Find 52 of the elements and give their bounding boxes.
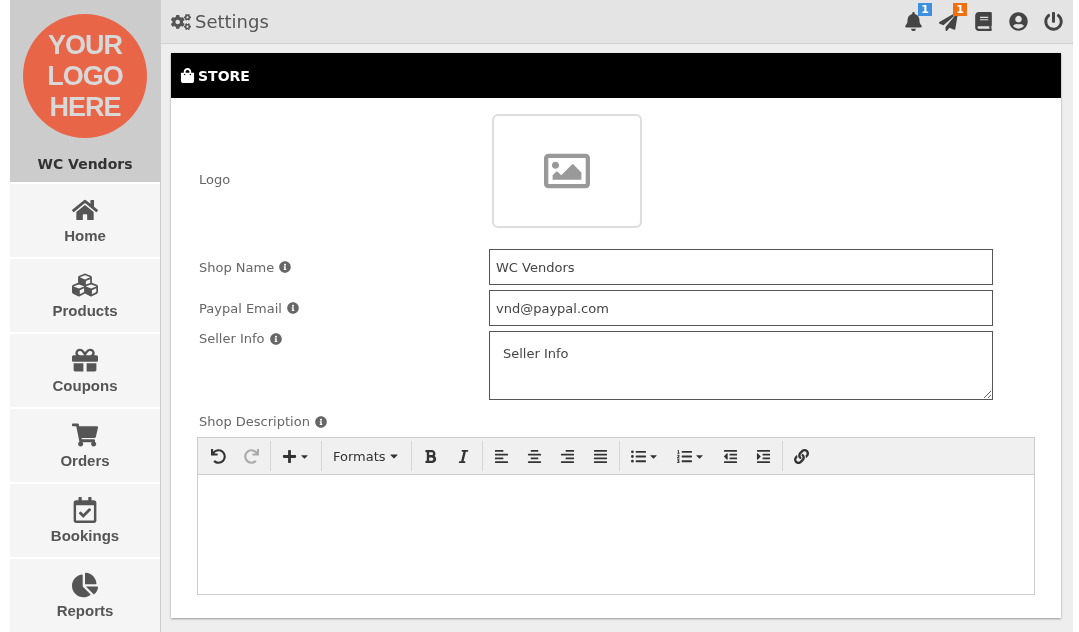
count-badge: 1 [918,3,932,16]
bullet-list-icon [630,448,646,464]
align-right-icon [559,448,575,464]
undo-icon [211,448,226,464]
page-title: Settings [195,11,269,32]
sidebar-item[interactable]: Reports [10,559,160,632]
sidebar-item[interactable]: Home [10,184,160,257]
sidebar-item[interactable]: Orders [10,409,160,482]
field-label: Paypal Email [199,300,282,316]
text-area[interactable]: Seller Info [489,331,993,400]
sidebar-item[interactable]: Bookings [10,484,160,557]
pie-chart-icon [72,572,98,598]
info-icon [286,302,299,314]
field-label: Shop Name [199,259,275,275]
field-label: Logo [199,171,231,187]
info-icon [279,261,292,273]
field-label: Seller Info [199,331,265,346]
info-icon [314,415,327,428]
field-label: Shop Description [199,414,310,429]
calendar-check-icon [72,497,98,523]
power-icon[interactable] [1044,12,1063,31]
info-icon [269,332,282,345]
count-badge: 1 [953,3,967,16]
justify-icon [592,448,608,464]
book-icon[interactable] [974,12,993,31]
plus-icon [282,448,297,464]
gift-icon [72,347,98,373]
numbered-list-icon [676,448,692,464]
cubes-icon [72,272,98,298]
bell-icon[interactable] [904,12,923,31]
shopping-bag-icon [180,68,195,83]
settings-icon [171,11,191,32]
logo: YOUR LOGO HERE [23,14,147,138]
formats-dropdown[interactable]: Formats [324,441,409,471]
home-icon [72,197,98,223]
redo-icon [244,448,259,464]
user-icon[interactable] [1009,12,1028,31]
indent-icon [755,448,771,464]
sidebar-item[interactable]: Products [10,259,160,332]
link-icon [793,448,809,464]
align-left-icon [493,448,509,464]
paper-plane-icon[interactable] [939,12,958,31]
cart-icon [72,422,98,448]
input-field[interactable]: vnd@paypal.com [489,290,993,326]
input-field[interactable]: WC Vendors [489,249,993,285]
vendor-name: WC Vendors [37,156,133,172]
bold-icon [422,448,438,464]
align-center-icon [526,448,542,464]
panel-title: STORE [198,67,250,84]
logo-upload[interactable] [492,114,642,228]
outdent-icon [722,448,738,464]
sidebar-item[interactable]: Coupons [10,334,160,407]
